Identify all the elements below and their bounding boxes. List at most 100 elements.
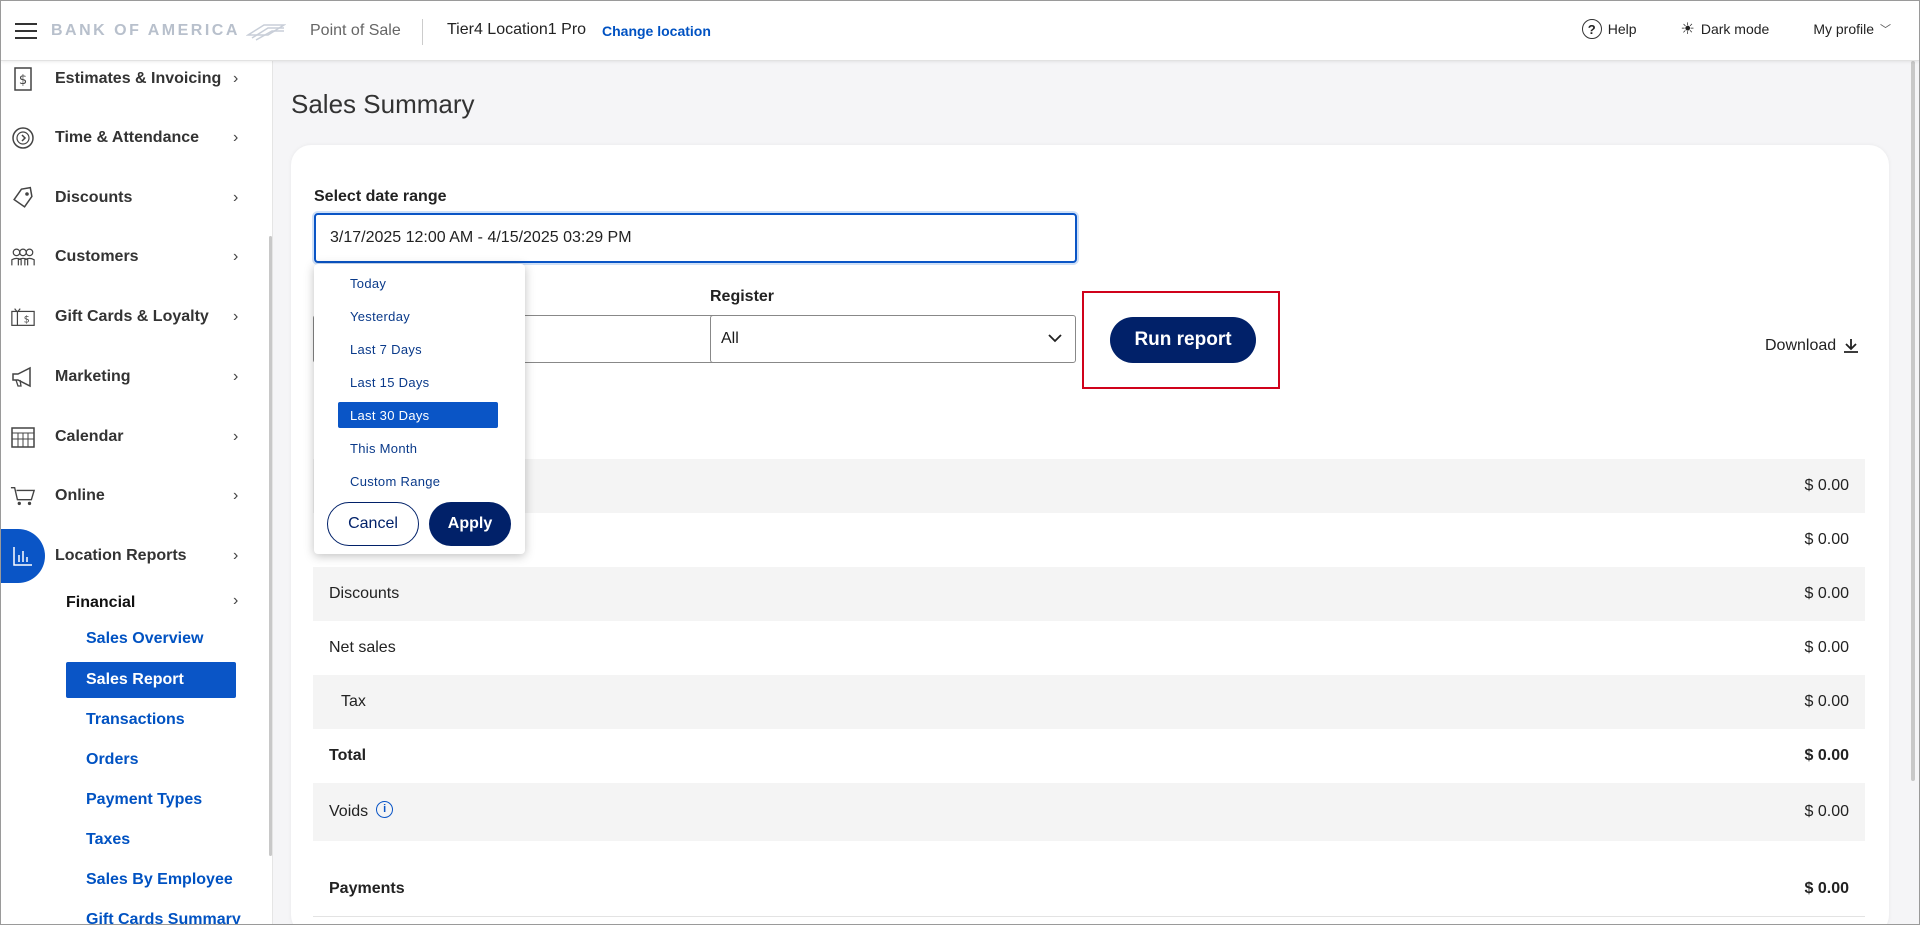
sidebar-item-label: Customers [55, 248, 139, 265]
cart-icon [10, 483, 36, 509]
table-row: Voids i $ 0.00 [313, 783, 1865, 841]
apply-button[interactable]: Apply [429, 502, 511, 546]
info-icon[interactable]: i [376, 800, 394, 818]
sidebar-item-estimates-invoicing[interactable]: $ Estimates & Invoicing › [1, 61, 261, 99]
page-scrollbar[interactable] [1911, 61, 1915, 781]
chevron-right-icon: › [233, 547, 239, 564]
chevron-right-icon: › [233, 368, 239, 385]
logo-text: BANK OF AMERICA [51, 22, 240, 39]
help-button[interactable]: ? Help [1581, 19, 1637, 39]
row-label: Voids [329, 803, 369, 820]
tag-icon [10, 185, 36, 211]
sidebar-sub-sales-report[interactable]: Sales Report [66, 662, 236, 698]
svg-text:$: $ [24, 315, 30, 326]
my-profile-menu[interactable]: My profile ﹀ [1813, 21, 1891, 37]
date-option-last-15-days[interactable]: Last 15 Days [338, 369, 498, 395]
financial-heading[interactable]: Financial [66, 594, 135, 612]
sidebar-sub-transactions[interactable]: Transactions [86, 711, 185, 729]
chevron-right-icon: › [233, 592, 239, 609]
chevron-right-icon: › [233, 129, 239, 146]
sidebar: $ Estimates & Invoicing › Time & Attenda… [1, 61, 273, 924]
svg-text:$: $ [19, 73, 27, 88]
help-label: Help [1607, 21, 1637, 37]
sidebar-item-gift-cards-loyalty[interactable]: $ Gift Cards & Loyalty › [1, 297, 261, 337]
row-label: Tax [341, 693, 366, 710]
row-value: $ 0.00 [1804, 803, 1849, 820]
row-value: $ 0.00 [1804, 477, 1849, 494]
sidebar-item-online[interactable]: Online › [1, 476, 261, 516]
sidebar-sub-sales-overview[interactable]: Sales Overview [86, 630, 203, 648]
chevron-right-icon: › [233, 70, 239, 87]
date-option-yesterday[interactable]: Yesterday [338, 303, 498, 329]
date-range-label: Select date range [314, 188, 447, 205]
register-label: Register [710, 288, 775, 305]
location-name: Tier4 Location1 Pro [447, 21, 587, 38]
date-option-this-month[interactable]: This Month [338, 435, 498, 461]
clock-icon [10, 125, 36, 151]
chevron-down-icon: ﹀ [1880, 24, 1891, 36]
row-label: Net sales [329, 639, 396, 656]
chevron-right-icon: › [233, 487, 239, 504]
table-row: Discounts $ 0.00 [313, 567, 1865, 621]
sidebar-item-label: Discounts [55, 189, 133, 206]
flag-icon [245, 24, 286, 41]
run-report-button[interactable]: Run report [1110, 317, 1256, 363]
sidebar-sub-payment-types[interactable]: Payment Types [86, 791, 202, 809]
row-label: Discounts [329, 585, 400, 602]
row-value: $ 0.00 [1804, 639, 1849, 656]
table-row: Payments $ 0.00 [313, 861, 1865, 917]
row-value: $ 0.00 [1804, 879, 1849, 897]
date-option-last-30-days[interactable]: Last 30 Days [338, 402, 498, 428]
sidebar-item-label: Estimates & Invoicing [55, 70, 222, 87]
row-label-container: Voids i [329, 800, 1805, 821]
help-icon: ? [1581, 19, 1602, 39]
row-label: Payments [329, 879, 405, 897]
gift-card-icon: $ [10, 304, 36, 330]
table-row: Tax $ 0.00 [313, 675, 1865, 729]
dark-mode-label: Dark mode [1700, 21, 1770, 37]
download-button[interactable]: Download [1765, 337, 1860, 355]
date-option-custom-range[interactable]: Custom Range [338, 468, 498, 494]
table-row: Total $ 0.00 [313, 729, 1865, 783]
sidebar-scrollbar[interactable] [269, 236, 272, 856]
sidebar-sub-orders[interactable]: Orders [86, 751, 138, 769]
dark-mode-toggle[interactable]: ☀ Dark mode [1681, 19, 1770, 39]
sidebar-item-label: Online [55, 487, 105, 504]
page-title: Sales Summary [291, 89, 475, 119]
sidebar-item-marketing[interactable]: Marketing › [1, 357, 261, 397]
bank-logo: BANK OF AMERICA [51, 21, 286, 41]
cancel-button[interactable]: Cancel [327, 502, 419, 546]
table-row: $ 0.00 [313, 459, 1865, 513]
download-icon [1844, 339, 1859, 353]
register-select-value: All [721, 330, 739, 347]
menu-icon[interactable] [15, 23, 37, 39]
sidebar-item-calendar[interactable]: Calendar › [1, 417, 261, 457]
register-select[interactable]: All [710, 315, 1076, 363]
sidebar-item-label: Time & Attendance [55, 129, 200, 146]
table-row: $ 0.00 [313, 513, 1865, 567]
sidebar-item-customers[interactable]: Customers › [1, 237, 261, 277]
sidebar-item-time-attendance[interactable]: Time & Attendance › [1, 118, 261, 158]
date-range-input[interactable]: 3/17/2025 12:00 AM - 4/15/2025 03:29 PM [314, 213, 1077, 263]
sidebar-item-discounts[interactable]: Discounts › [1, 178, 261, 218]
calendar-icon [10, 424, 36, 450]
sidebar-item-location-reports[interactable]: Location Reports › [1, 529, 261, 583]
app-window: BANK OF AMERICA Point of Sale Tier4 Loca… [0, 0, 1920, 925]
sidebar-item-label: Location Reports [55, 547, 187, 564]
chevron-right-icon: › [233, 308, 239, 325]
app-name: Point of Sale [310, 22, 401, 39]
date-range-dropdown: Today Yesterday Last 7 Days Last 15 Days… [314, 264, 525, 554]
sidebar-sub-taxes[interactable]: Taxes [86, 831, 130, 849]
people-icon [10, 244, 36, 270]
sidebar-sub-gift-cards-summary[interactable]: Gift Cards Summary [86, 911, 241, 924]
date-option-today[interactable]: Today [338, 270, 498, 296]
report-card: Select date range 3/17/2025 12:00 AM - 4… [291, 145, 1889, 924]
chevron-right-icon: › [233, 189, 239, 206]
sidebar-sub-sales-by-employee[interactable]: Sales By Employee [86, 871, 233, 889]
change-location-link[interactable]: Change location [602, 23, 711, 39]
date-option-last-7-days[interactable]: Last 7 Days [338, 336, 498, 362]
my-profile-label: My profile [1813, 21, 1874, 37]
download-label: Download [1765, 337, 1837, 354]
chevron-down-icon [1048, 334, 1062, 343]
table-row: Net sales $ 0.00 [313, 621, 1865, 675]
